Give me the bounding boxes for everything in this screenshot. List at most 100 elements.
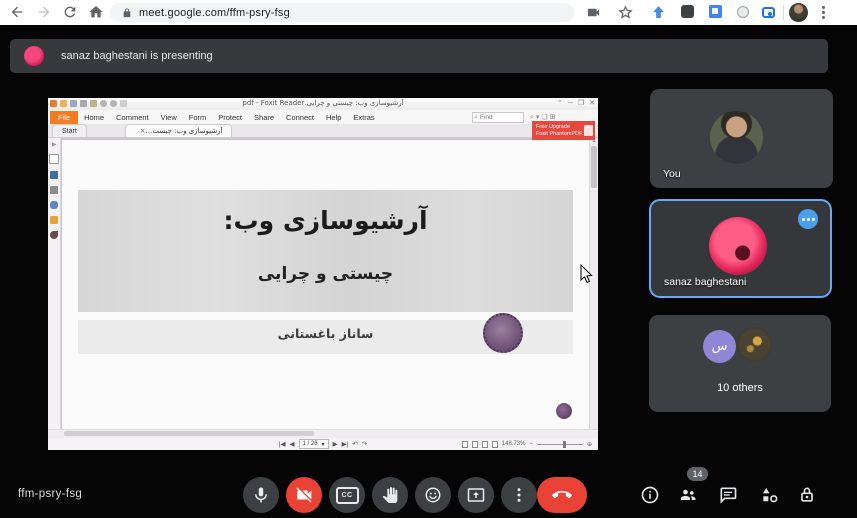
forward-icon[interactable] [36, 4, 52, 20]
single-page-view-icon[interactable] [462, 441, 468, 448]
find-box[interactable]: ⌕ [472, 112, 524, 123]
camera-off-icon [295, 486, 313, 504]
tab-help[interactable]: Help [320, 111, 347, 124]
tab-connect[interactable]: Connect [280, 111, 320, 124]
zoom-out-icon[interactable]: − [529, 441, 533, 447]
tab-comment[interactable]: Comment [110, 111, 155, 124]
camera-off-button[interactable] [286, 477, 322, 513]
profile-avatar[interactable] [789, 3, 808, 22]
zoom-level-text: 148.73% [502, 441, 526, 447]
home-icon[interactable] [88, 4, 104, 20]
others-label: 10 others [649, 382, 831, 394]
phantompdf-promo-button[interactable]: Free Upgrade Foxit PhantomPDF [532, 121, 595, 140]
horizontal-scrollbar-thumb[interactable] [64, 431, 314, 436]
captions-icon: CC [336, 487, 359, 504]
zoom-slider-thumb[interactable] [563, 441, 566, 448]
open-file-icon[interactable] [60, 100, 67, 107]
meeting-details-button[interactable] [640, 485, 660, 505]
minimize-icon[interactable]: ─ [568, 99, 573, 109]
undo-icon[interactable] [100, 100, 107, 107]
participant-tile-you[interactable]: You [650, 89, 833, 188]
tab-share[interactable]: Share [248, 111, 280, 124]
doc-tab-document[interactable]: آرشیوسازی وب: چیست... × [125, 124, 233, 137]
zoom-in-icon[interactable]: ⊕ [587, 441, 592, 448]
tab-media-indicator-icon [586, 5, 601, 20]
email-icon[interactable] [90, 100, 97, 107]
find-input[interactable] [478, 114, 520, 121]
page-dropdown-icon[interactable]: ▾ [322, 441, 325, 448]
reload-icon[interactable] [62, 4, 78, 20]
tile-options-icon[interactable] [798, 209, 818, 229]
foxit-app-icon[interactable] [50, 100, 57, 107]
ribbon-collapse-icon[interactable]: ⌃ [557, 99, 563, 109]
pdf-page: آرشیوسازی وب: چیستی و چرایی ساناز باغستا… [62, 140, 589, 430]
microphone-icon [252, 486, 270, 504]
extension-dark-icon[interactable] [681, 5, 694, 18]
slide-title-line1: آرشیوسازی وب: [62, 206, 589, 235]
extension-arrow-icon[interactable] [651, 5, 666, 20]
tab-home[interactable]: Home [78, 111, 110, 124]
extension-box-icon[interactable] [762, 7, 775, 18]
host-controls-button[interactable] [797, 485, 817, 505]
tab-protect[interactable]: Protect [212, 111, 248, 124]
horizontal-scrollbar[interactable] [48, 429, 598, 438]
next-view-icon[interactable]: ↷ [362, 440, 367, 448]
promo-doc-icon [584, 125, 593, 136]
redo-icon[interactable] [110, 100, 117, 107]
back-icon[interactable] [9, 4, 25, 20]
zoom-slider[interactable] [537, 444, 583, 445]
page-number-box[interactable]: 1 / 26 ▾ [299, 439, 329, 449]
close-icon[interactable]: ✕ [589, 99, 595, 109]
first-page-icon[interactable]: |◀ [279, 440, 286, 448]
signature-panel-icon[interactable] [50, 231, 58, 239]
slide-small-circle [556, 403, 572, 419]
extension-circle-icon[interactable] [737, 6, 749, 18]
address-bar[interactable]: meet.google.com/ffm-psry-fsg [110, 3, 574, 22]
tab-file[interactable]: File [50, 111, 78, 124]
doc-tab-close-icon[interactable]: × [140, 127, 146, 135]
browser-menu-icon[interactable] [822, 6, 825, 21]
continuous-view-icon[interactable] [472, 441, 478, 448]
tab-view[interactable]: View [155, 111, 183, 124]
doc-tab-start[interactable]: Start [52, 124, 87, 137]
previous-view-icon[interactable]: ↶ [352, 440, 357, 448]
bookmarks-panel-icon[interactable] [49, 154, 59, 164]
continuous-facing-view-icon[interactable] [492, 441, 498, 448]
previous-page-icon[interactable]: ◀ [290, 440, 295, 448]
save-icon[interactable] [70, 100, 77, 107]
layers-panel-icon[interactable] [50, 186, 58, 194]
sidebar-expand-icon[interactable] [52, 142, 57, 147]
bookmark-star-icon[interactable] [618, 5, 633, 20]
doc-tab-start-label: Start [62, 128, 77, 135]
participants-count-badge: 14 [687, 467, 708, 481]
next-page-icon[interactable]: ▶ [333, 440, 338, 448]
foxit-status-bar: |◀ ◀ 1 / 26 ▾ ▶ ▶| ↶ ↷ 148.73% − ⊕ [48, 438, 598, 450]
participant-tile-presenter[interactable]: sanaz baghestani [649, 199, 832, 298]
activities-button[interactable] [760, 485, 780, 505]
last-page-icon[interactable]: ▶| [342, 440, 349, 448]
others-avatar-letter: س [703, 330, 736, 363]
security-panel-icon[interactable] [50, 216, 58, 224]
microphone-button[interactable] [243, 477, 279, 513]
raise-hand-button[interactable] [372, 477, 408, 513]
tab-extras[interactable]: Extras [347, 111, 380, 124]
chat-button[interactable] [718, 485, 738, 505]
print-icon[interactable] [80, 100, 87, 107]
tab-form[interactable]: Form [183, 111, 213, 124]
present-button[interactable] [458, 477, 494, 513]
facing-view-icon[interactable] [482, 441, 488, 448]
participant-tile-others[interactable]: س 10 others [649, 315, 831, 412]
reactions-button[interactable] [415, 477, 451, 513]
vertical-scrollbar[interactable]: ▴ [589, 138, 598, 430]
attachments-panel-icon[interactable] [50, 201, 58, 209]
restore-icon[interactable]: ❐ [578, 99, 584, 109]
more-options-button[interactable] [501, 477, 537, 513]
captions-button[interactable]: CC [329, 477, 365, 513]
participants-button[interactable] [678, 485, 698, 505]
browser-toolbar: meet.google.com/ffm-psry-fsg [0, 0, 857, 25]
pages-panel-icon[interactable] [50, 171, 58, 179]
quick-access-more-icon[interactable] [120, 100, 127, 107]
translate-extension-icon[interactable] [709, 5, 722, 18]
vertical-scrollbar-thumb[interactable] [591, 146, 597, 188]
end-call-button[interactable] [537, 477, 587, 513]
